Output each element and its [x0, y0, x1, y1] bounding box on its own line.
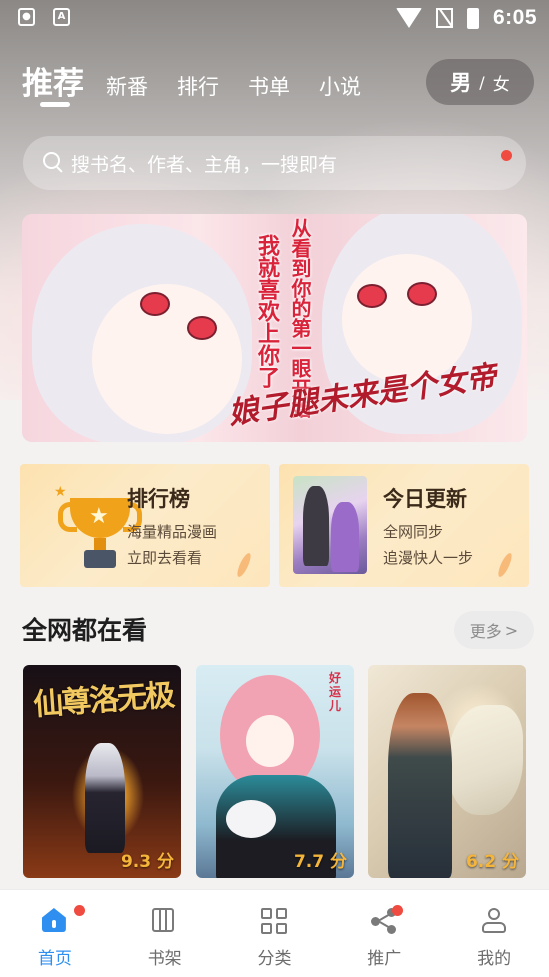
ranking-card-subtitle-1: 海量精品漫画	[127, 523, 218, 541]
search-notification-dot	[501, 150, 512, 161]
nav-bookshelf[interactable]: 书架	[110, 890, 220, 977]
chevron-right-icon: >	[504, 620, 519, 640]
banner-character-left-eye	[187, 316, 217, 340]
tab-booklist[interactable]: 书单	[248, 71, 290, 101]
nav-home-badge-dot	[74, 905, 85, 916]
feather-decoration	[495, 551, 515, 579]
active-tab-indicator	[40, 102, 70, 107]
cover-character	[85, 743, 125, 853]
today-update-subtitle-1: 全网同步	[383, 523, 444, 541]
font-app-icon: A	[53, 8, 70, 26]
cover-character-face	[246, 715, 294, 767]
wifi-icon	[395, 8, 422, 28]
search-bar[interactable]: 搜书名、作者、主角，一搜即有	[23, 136, 526, 190]
nav-profile-label: 我的	[477, 949, 512, 969]
feather-decoration	[234, 551, 254, 579]
ranking-card-subtitle-2: 立即去看看	[127, 549, 203, 567]
mini-cover-figure	[303, 486, 329, 566]
tab-new-series[interactable]: 新番	[106, 71, 148, 101]
nav-bookshelf-label: 书架	[147, 949, 182, 969]
today-update-subtitle-2: 追漫快人一步	[383, 549, 474, 567]
nav-home-label: 首页	[37, 949, 72, 969]
comic-cover-3[interactable]: 6.2 分	[368, 665, 526, 878]
search-icon	[43, 152, 65, 174]
status-time: 6:05	[492, 6, 537, 29]
bottom-navigation: 首页 书架 分类 推广 我的	[0, 889, 549, 977]
section-title: 全网都在看	[22, 616, 148, 645]
ranking-card-title: 排行榜	[127, 487, 190, 511]
nav-category-label: 分类	[257, 949, 292, 969]
gender-male-option[interactable]: 男	[450, 67, 471, 97]
cover-mascot	[226, 800, 276, 838]
promo-banner[interactable]: 从看到你的第一眼开始 我就喜欢上你了 娘子腿未来是个女帝	[22, 214, 527, 442]
no-sim-icon	[435, 8, 453, 28]
banner-character-right-eye	[407, 282, 437, 306]
sparkle-icon: ★	[54, 484, 67, 500]
search-placeholder: 搜书名、作者、主角，一搜即有	[71, 153, 338, 176]
cover-score: 9.3 分	[120, 852, 174, 872]
cover-character	[388, 693, 452, 878]
more-button[interactable]: 更多 >	[454, 611, 534, 649]
comic-cover-2[interactable]: 好运儿 7.7 分	[196, 665, 354, 878]
trophy-base	[84, 550, 116, 568]
nav-profile[interactable]: 我的	[439, 890, 549, 977]
nav-promote-label: 推广	[367, 949, 402, 969]
tab-ranking[interactable]: 排行	[177, 71, 219, 101]
nav-home[interactable]: 首页	[0, 890, 110, 977]
trophy-star-icon: ★	[89, 504, 109, 529]
comic-cover-1[interactable]: 仙尊洛无极 9.3 分	[23, 665, 181, 878]
banner-tagline-2: 我就喜欢上你了	[254, 234, 279, 388]
cover-title-art: 好运儿	[328, 671, 341, 713]
banner-character-right-eye	[357, 284, 387, 308]
today-update-card[interactable]: 今日更新 全网同步 追漫快人一步	[279, 464, 529, 587]
nav-promote-badge-dot	[392, 905, 404, 916]
cover-score: 6.2 分	[465, 852, 519, 872]
lock-app-icon: ●	[18, 8, 35, 26]
gender-separator: /	[479, 72, 485, 92]
nav-category[interactable]: 分类	[220, 890, 330, 977]
user-icon	[481, 908, 507, 934]
status-bar: ● A 6:05	[0, 0, 549, 38]
more-label: 更多	[469, 622, 502, 641]
ranking-card[interactable]: ★ ★ 排行榜 海量精品漫画 立即去看看	[20, 464, 270, 587]
category-grid-icon	[261, 908, 288, 934]
cover-title-art: 仙尊洛无极	[32, 678, 175, 723]
mini-cover-figure	[331, 502, 359, 572]
today-update-title: 今日更新	[383, 487, 467, 511]
tab-recommend[interactable]: 推荐	[22, 58, 84, 103]
bookshelf-icon	[151, 908, 178, 934]
comic-cover-icon	[293, 476, 367, 574]
tab-novel[interactable]: 小说	[319, 71, 361, 101]
top-tab-bar: 推荐 新番 排行 书单 小说	[22, 58, 390, 108]
gender-female-option[interactable]: 女	[493, 70, 510, 95]
battery-charging-icon	[466, 7, 479, 29]
banner-character-left-eye	[140, 292, 170, 316]
home-icon	[41, 908, 68, 934]
cover-score: 7.7 分	[293, 852, 347, 872]
nav-promote[interactable]: 推广	[329, 890, 439, 977]
cover-dragon	[448, 705, 523, 815]
gender-toggle[interactable]: 男 / 女	[426, 59, 534, 105]
